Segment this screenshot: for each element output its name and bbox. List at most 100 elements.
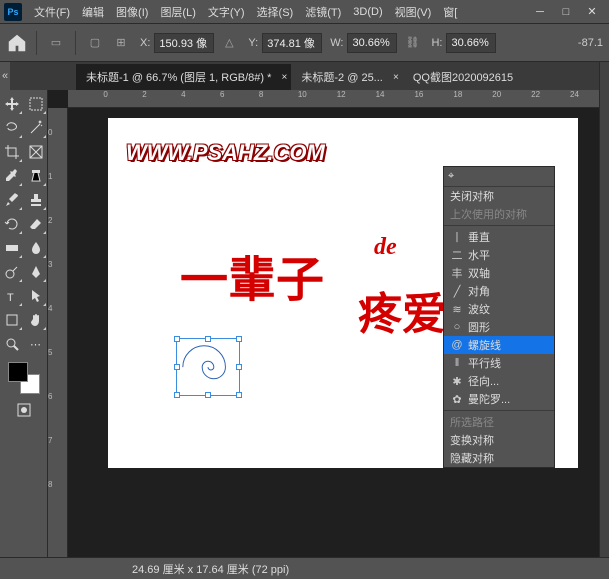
- eraser-tool[interactable]: [26, 214, 46, 234]
- close-icon[interactable]: ×: [393, 72, 399, 83]
- swap-xy-icon[interactable]: △: [218, 32, 240, 54]
- handle-bc[interactable]: [205, 392, 211, 398]
- transform-symmetry[interactable]: 变换对称: [444, 431, 554, 449]
- menu-type[interactable]: 文字(Y): [202, 1, 251, 23]
- watermark-text: WWW.PSAHZ.COM: [126, 140, 325, 166]
- heal-tool[interactable]: [26, 166, 46, 186]
- panel-rail[interactable]: [599, 62, 609, 557]
- lasso-tool[interactable]: [2, 118, 22, 138]
- grid-icon[interactable]: ⊞: [110, 32, 132, 54]
- ref-point-icon[interactable]: ▢: [84, 32, 106, 54]
- sym-dualaxis[interactable]: 丰双轴: [444, 264, 554, 282]
- hide-symmetry[interactable]: 隐藏对称: [444, 449, 554, 467]
- canvas-text-1: 一輩子: [180, 240, 324, 310]
- handle-mr[interactable]: [236, 364, 242, 370]
- sym-diagonal[interactable]: ╱对角: [444, 282, 554, 300]
- butterfly-icon: ⌖: [448, 170, 454, 183]
- handle-tc[interactable]: [205, 336, 211, 342]
- dodge-tool[interactable]: [2, 262, 22, 282]
- tab-doc-1[interactable]: 未标题-1 @ 66.7% (图层 1, RGB/8#) *×: [76, 64, 291, 90]
- close-symmetry[interactable]: 关闭对称: [444, 187, 554, 205]
- menu-edit[interactable]: 编辑: [76, 1, 110, 23]
- menu-layer[interactable]: 图层(L): [154, 1, 201, 23]
- quickmask-tool[interactable]: [14, 400, 34, 420]
- y-field[interactable]: 374.81 像: [262, 33, 322, 53]
- sym-spiral[interactable]: @螺旋线: [444, 336, 554, 354]
- sym-mandala[interactable]: ✿曼陀罗...: [444, 390, 554, 408]
- app-icon: Ps: [4, 3, 22, 21]
- sym-circle[interactable]: ○圆形: [444, 318, 554, 336]
- foreground-color[interactable]: [8, 362, 28, 382]
- handle-tr[interactable]: [236, 336, 242, 342]
- handle-tl[interactable]: [174, 336, 180, 342]
- status-bar: 24.69 厘米 x 17.64 厘米 (72 ppi): [0, 557, 609, 579]
- path-select-tool[interactable]: [26, 286, 46, 306]
- hand-tool[interactable]: [26, 310, 46, 330]
- zoom-tool[interactable]: [2, 334, 22, 354]
- handle-bl[interactable]: [174, 392, 180, 398]
- menu-filter[interactable]: 滤镜(T): [299, 1, 347, 23]
- ruler-horizontal[interactable]: 0 2 4 6 8 10 12 14 16 18 20 22 24: [68, 90, 609, 108]
- menu-select[interactable]: 选择(S): [251, 1, 300, 23]
- last-used-symmetry: 上次使用的对称: [444, 205, 554, 223]
- transform-icon[interactable]: ▭: [45, 32, 67, 54]
- menu-window[interactable]: 窗[: [437, 1, 463, 23]
- stamp-tool[interactable]: [26, 190, 46, 210]
- tab-doc-3[interactable]: QQ截图2020092615: [403, 64, 533, 90]
- shape-tool[interactable]: [2, 310, 22, 330]
- h-label: H:: [431, 37, 442, 49]
- sym-parallel[interactable]: ‖平行线: [444, 354, 554, 372]
- document-tabs: 未标题-1 @ 66.7% (图层 1, RGB/8#) *× 未标题-2 @ …: [0, 62, 609, 90]
- crop-tool[interactable]: [2, 142, 22, 162]
- handle-ml[interactable]: [174, 364, 180, 370]
- selected-path: 所选路径: [444, 413, 554, 431]
- close-icon[interactable]: ×: [282, 72, 288, 83]
- handle-br[interactable]: [236, 392, 242, 398]
- canvas-area: 0 2 4 6 8 10 12 14 16 18 20 22 24 0 1 2 …: [48, 90, 609, 557]
- w-field[interactable]: 30.66%: [347, 33, 397, 53]
- y-label: Y:: [248, 37, 258, 49]
- brush-tool[interactable]: [2, 190, 22, 210]
- canvas-text-2: de: [374, 234, 397, 261]
- menu-3d[interactable]: 3D(D): [347, 3, 388, 21]
- options-bar: ▭ ▢ ⊞ X: 150.93 像 △ Y: 374.81 像 W: 30.66…: [0, 24, 609, 62]
- x-field[interactable]: 150.93 像: [154, 33, 214, 53]
- marquee-tool[interactable]: [26, 94, 46, 114]
- ruler-vertical[interactable]: 0 1 2 3 4 5 6 7 8: [48, 108, 68, 557]
- canvas-text-3: 疼爱: [358, 278, 446, 342]
- sym-horizontal[interactable]: 二水平: [444, 246, 554, 264]
- menu-bar: Ps 文件(F) 编辑 图像(I) 图层(L) 文字(Y) 选择(S) 滤镜(T…: [0, 0, 609, 24]
- win-close[interactable]: ✕: [579, 2, 605, 22]
- collapse-chevron[interactable]: «: [0, 62, 10, 90]
- sym-wavy[interactable]: ≋波纹: [444, 300, 554, 318]
- tab-doc-2[interactable]: 未标题-2 @ 25...×: [291, 64, 402, 90]
- move-tool[interactable]: [2, 94, 22, 114]
- frame-tool[interactable]: [26, 142, 46, 162]
- sym-radial[interactable]: ✱径向...: [444, 372, 554, 390]
- menu-image[interactable]: 图像(I): [110, 1, 154, 23]
- angle-field[interactable]: -87.1: [578, 37, 603, 49]
- gradient-tool[interactable]: [2, 238, 22, 258]
- blur-tool[interactable]: [26, 238, 46, 258]
- menu-view[interactable]: 视图(V): [389, 1, 438, 23]
- wand-tool[interactable]: [26, 118, 46, 138]
- transform-bbox[interactable]: [176, 338, 240, 396]
- home-icon[interactable]: [6, 32, 28, 54]
- svg-text:T: T: [7, 292, 14, 304]
- link-wh-icon[interactable]: ⛓: [401, 32, 423, 54]
- eyedropper-tool[interactable]: [2, 166, 22, 186]
- win-minimize[interactable]: ─: [527, 2, 553, 22]
- color-swatch[interactable]: [8, 362, 40, 394]
- h-field[interactable]: 30.66%: [446, 33, 496, 53]
- win-maximize[interactable]: □: [553, 2, 579, 22]
- pen-tool[interactable]: [26, 262, 46, 282]
- history-brush-tool[interactable]: [2, 214, 22, 234]
- x-label: X:: [140, 37, 150, 49]
- menu-file[interactable]: 文件(F): [28, 1, 76, 23]
- type-tool[interactable]: T: [2, 286, 22, 306]
- more-tool[interactable]: ⋯: [26, 334, 46, 354]
- sym-vertical[interactable]: 丨垂直: [444, 228, 554, 246]
- w-label: W:: [330, 37, 343, 49]
- symmetry-panel: ⌖ 关闭对称 上次使用的对称 丨垂直 二水平 丰双轴 ╱对角 ≋波纹 ○圆形 @…: [443, 166, 555, 468]
- status-dimensions: 24.69 厘米 x 17.64 厘米 (72 ppi): [130, 561, 291, 577]
